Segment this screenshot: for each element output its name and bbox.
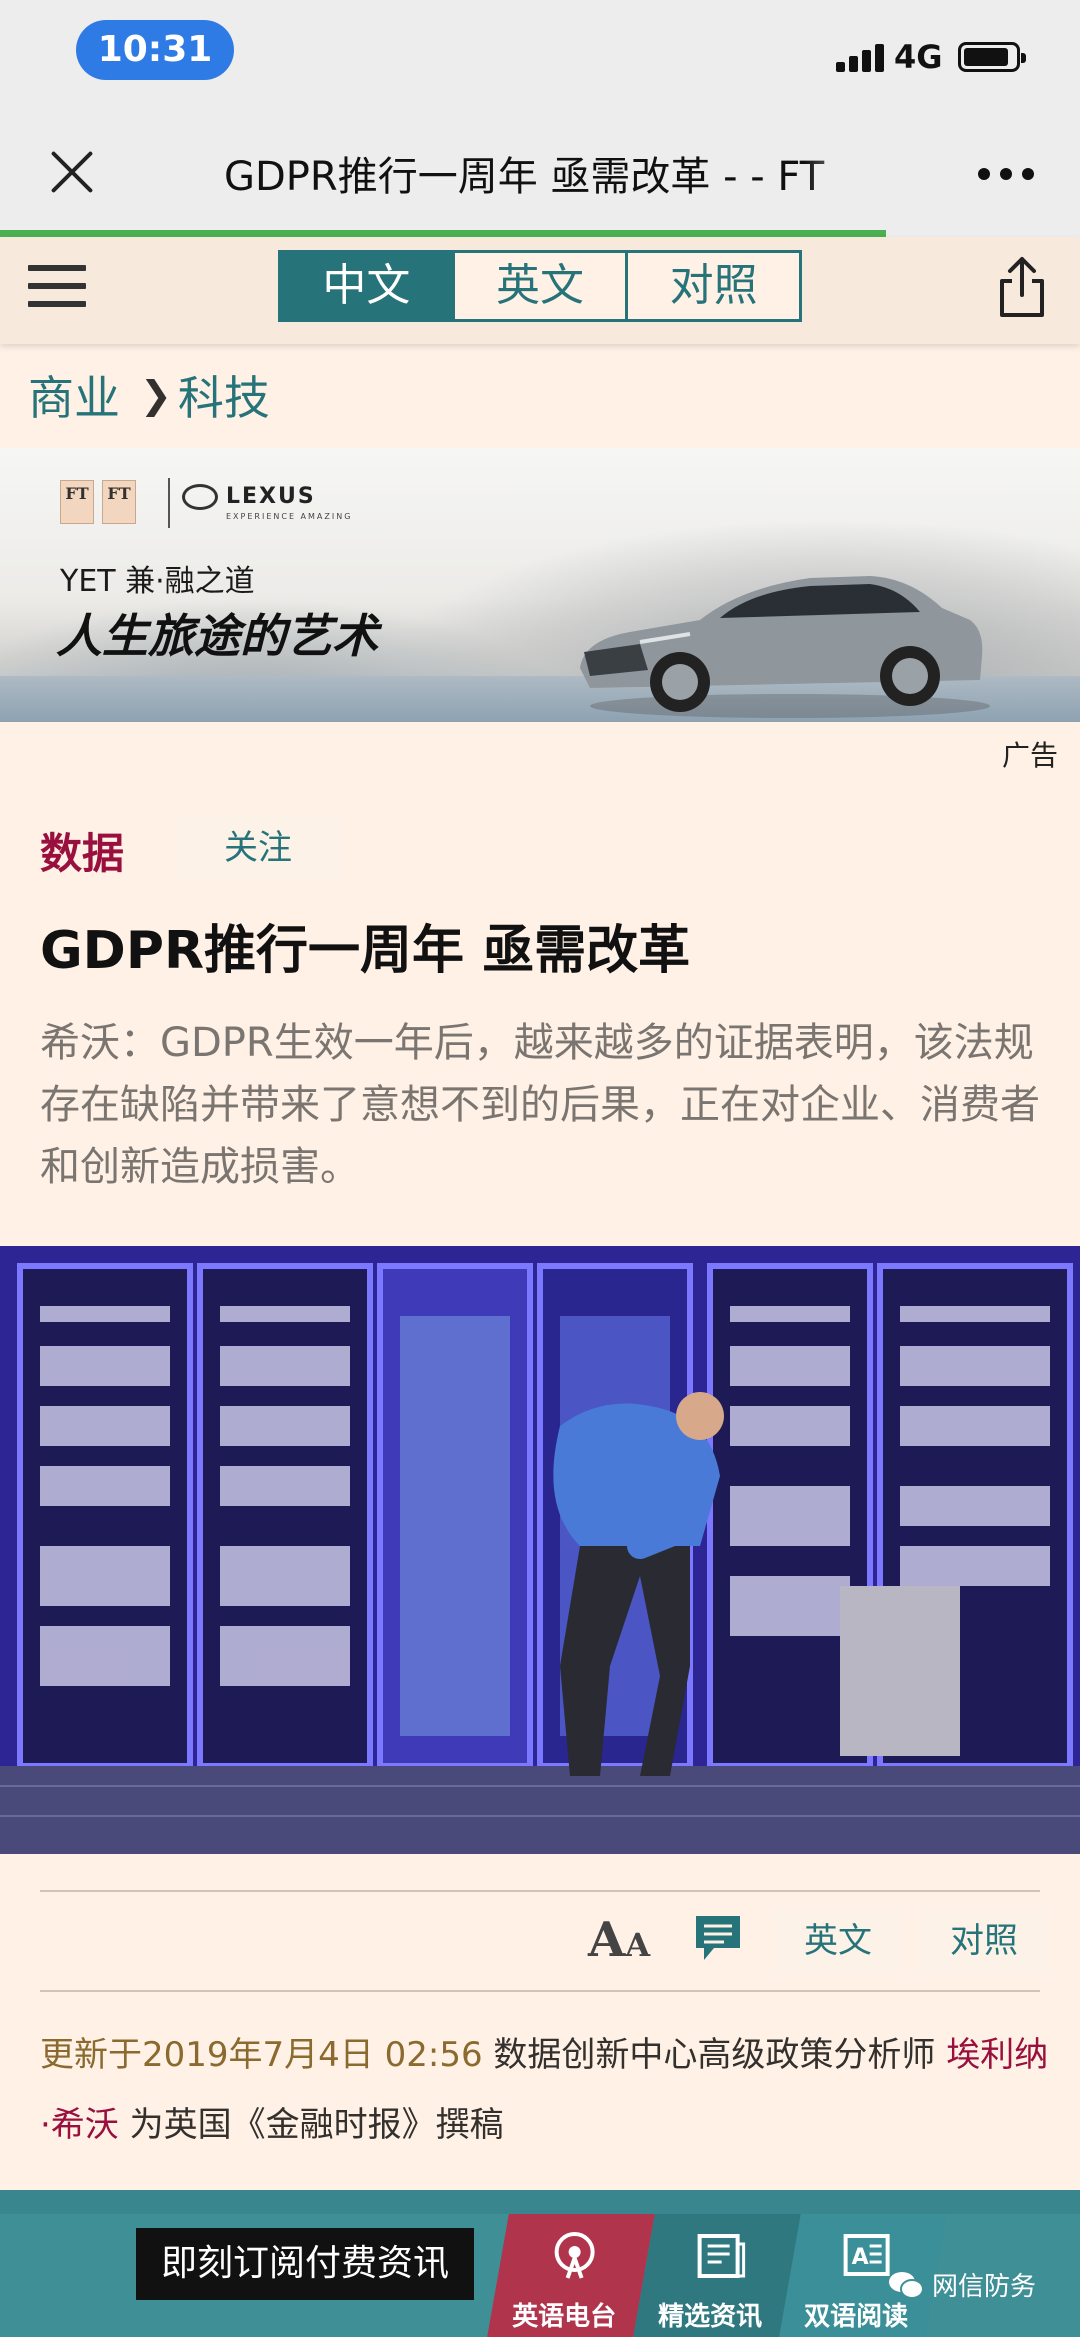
watermark: 网信防务 [888,2266,1036,2303]
article-photo [0,1246,1080,1854]
tab-chinese[interactable]: 中文 [281,253,452,319]
language-tabs: 中文 英文 对照 [278,250,802,322]
menu-icon[interactable] [28,265,86,313]
share-icon[interactable] [996,255,1048,319]
article-headline: GDPR推行一周年 亟需改革 [40,921,691,981]
page-load-progress-fill [0,230,886,237]
page-load-progress [0,230,1080,237]
car-image [580,576,990,718]
font-size-button[interactable]: AA [588,1912,650,1968]
lexus-wordmark: LEXUS [226,484,316,509]
browser-nav-bar: GDPR推行一周年 亟需改革 - - FT [0,110,1080,230]
newspaper-icon [697,2234,746,2278]
author-role: 数据创新中心高级政策分析师 [493,2035,936,2075]
breadcrumb: 商业 ❯ 科技 [28,362,270,428]
close-icon[interactable] [46,146,98,198]
tab-label: 精选资讯 [658,2302,763,2332]
ad-slogan-1: YET 兼·融之道 [60,564,255,599]
lexus-tagline: EXPERIENCE AMAZING [226,512,353,521]
status-bar: 10:31 4G [0,0,1080,110]
ftchinese-logo: FT [102,480,136,524]
section-tag[interactable]: 数据 [40,820,124,881]
update-time: 更新于2019年7月4日 02:56 [40,2035,483,2075]
tab-english[interactable]: 英文 [451,253,626,319]
ad-label: 广告 [1002,739,1059,772]
breadcrumb-subsection[interactable]: 科技 [178,362,270,428]
status-time: 10:31 [76,20,234,80]
ft-logo: FT [60,480,94,524]
comment-icon[interactable] [692,1912,744,1968]
byline-suffix: 为英国《金融时报》撰稿 [129,2105,504,2145]
battery-icon [958,42,1026,72]
server-room-image [0,1246,1080,1854]
article-standfirst: 希沃：GDPR生效一年后，越来越多的证据表明，该法规存在缺陷并带来了意想不到的后… [40,1020,1040,1190]
ad-slogan-2: 人生旅途的艺术 [56,609,378,663]
network-type: 4G [894,38,943,76]
ft-header: 中文 英文 对照 [0,237,1080,344]
bottom-bar: 即刻订阅付费资讯 英语电台 精选资讯 A 双语阅读 网信防务 [0,2190,1080,2337]
subscribe-button[interactable]: 即刻订阅付费资讯 [136,2228,474,2300]
more-icon[interactable] [978,168,1038,182]
divider [40,1990,1040,1992]
divider [40,1890,1040,1892]
tab-label: 英语电台 [512,2302,617,2332]
breadcrumb-section[interactable]: 商业 [28,362,120,428]
ad-banner[interactable]: FT FT LEXUS EXPERIENCE AMAZING YET 兼·融之道… [0,448,1080,722]
bilingual-reading-icon: A [843,2234,890,2276]
tab-featured-news[interactable]: 精选资讯 [633,2214,801,2337]
wechat-icon [889,2271,924,2299]
svg-text:A: A [852,2245,869,2270]
page-title: GDPR推行一周年 亟需改革 - - FT [224,154,825,200]
byline: 更新于2019年7月4日 02:56 数据创新中心高级政策分析师 埃利纳·希沃 … [40,2020,1050,2160]
radio-icon [554,2232,595,2279]
lexus-logo-icon [182,484,218,510]
tab-english-radio[interactable]: 英语电台 [487,2214,655,2337]
tab-bilingual[interactable]: 对照 [625,253,800,319]
follow-button[interactable]: 关注 [174,815,342,881]
divider [168,478,170,528]
signal-icon [836,42,886,72]
watermark-text: 网信防务 [932,2272,1037,2302]
english-button[interactable]: 英文 [774,1908,902,1974]
bilingual-button[interactable]: 对照 [920,1908,1048,1974]
chevron-right-icon: ❯ [140,373,172,417]
